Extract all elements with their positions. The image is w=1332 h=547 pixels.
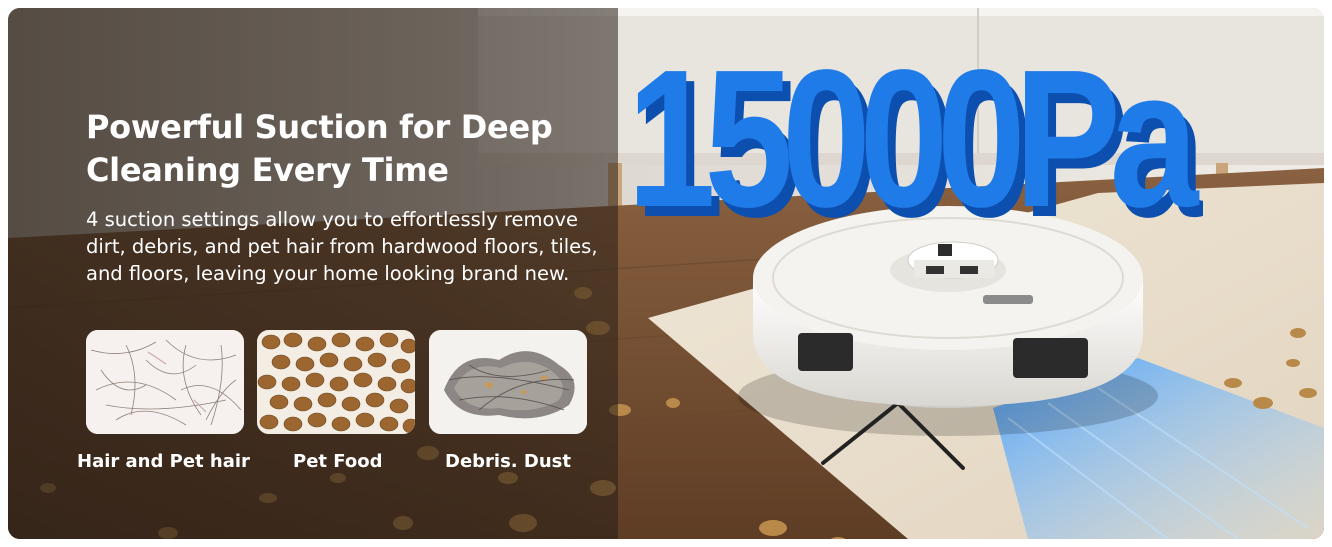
description-text: 4 suction settings allow you to effortle… <box>86 208 598 285</box>
suction-value-text: 15000Pa <box>627 29 1200 228</box>
suction-value-graphic: 15000Pa 15000Pa <box>627 29 1222 258</box>
headline: Powerful Suction for Deep Cleaning Every… <box>86 106 606 192</box>
pet-hair-photo <box>86 330 244 434</box>
caption-debris-dust: Debris. Dust <box>445 451 571 472</box>
suction-banner: 15000Pa 15000Pa Powerful Suction for Dee… <box>8 8 1324 539</box>
headline-line-1: Powerful Suction for Deep <box>86 108 553 146</box>
caption-pet-food: Pet Food <box>293 451 383 472</box>
suction-value-display: 15000Pa 15000Pa <box>623 28 1222 258</box>
caption-hair-pet-hair: Hair and Pet hair <box>77 451 250 472</box>
debris-dust-photo <box>429 330 587 434</box>
headline-line-2: Cleaning Every Time <box>86 151 449 189</box>
pet-food-photo <box>257 330 415 434</box>
